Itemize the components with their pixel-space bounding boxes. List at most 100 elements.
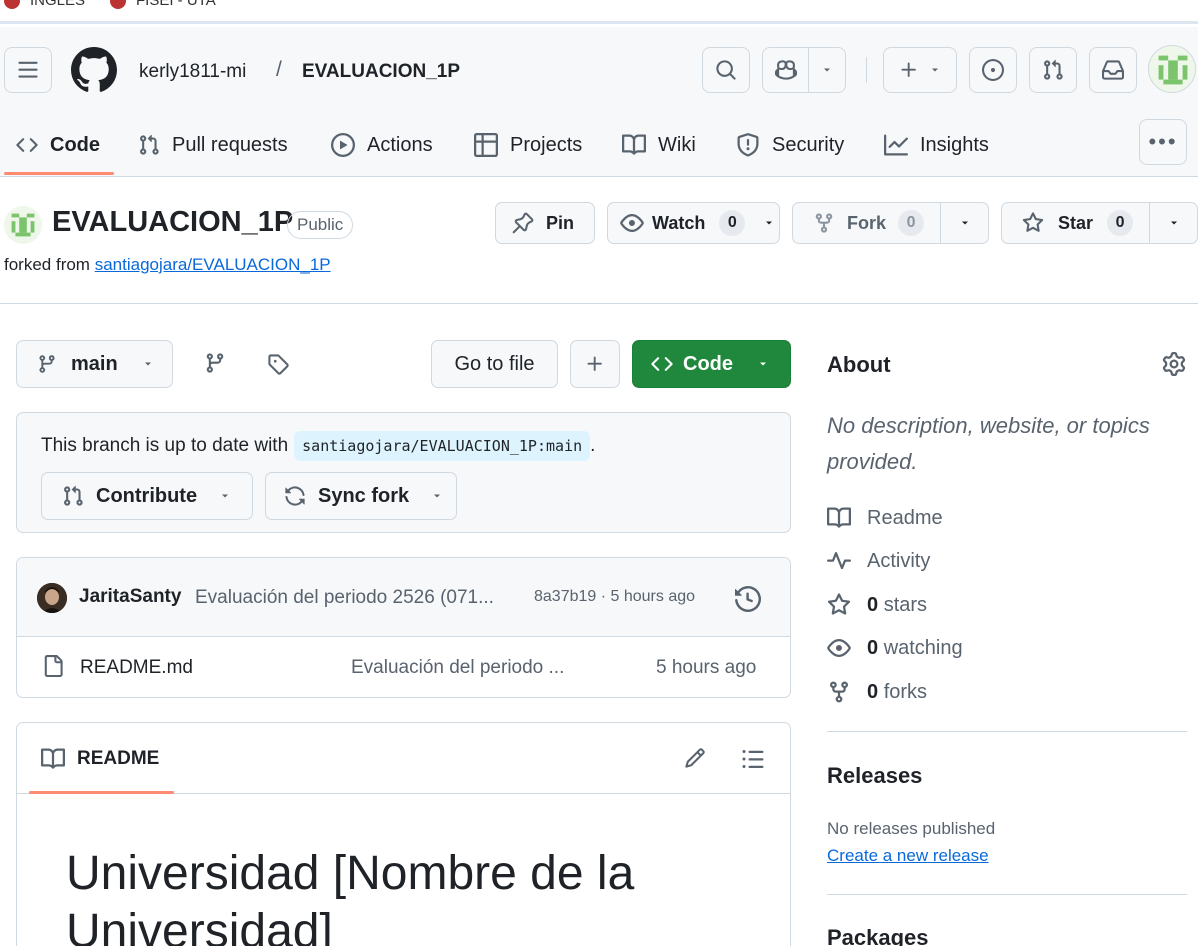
about-watching-link[interactable]: 0 watching [827,636,963,660]
sync-fork-button[interactable]: Sync fork [265,472,457,520]
about-settings-button[interactable] [1162,352,1186,376]
bookmark-item[interactable]: INGLES [4,0,85,9]
bookmark-favicon-icon [110,0,126,9]
hamburger-icon [18,61,38,78]
readme-heading: Universidad [Nombre de la Universidad] [66,847,635,946]
readme-outline-button[interactable] [741,747,765,771]
inbox-icon [1102,60,1124,80]
tab-wiki[interactable]: Wiki [622,119,696,171]
file-row[interactable]: README.md Evaluación del periodo ... 5 h… [17,637,790,697]
about-readme-link[interactable]: Readme [827,506,943,530]
star-count: 0 [1107,210,1134,236]
breadcrumb-separator: / [276,58,282,81]
branches-link[interactable] [204,352,226,374]
tags-link[interactable] [267,353,289,375]
fork-button[interactable]: Fork 0 [793,203,941,243]
tab-projects[interactable]: Projects [474,119,582,171]
chevron-down-icon [766,221,773,225]
chevron-down-icon [961,221,968,225]
identicon-icon [1153,50,1193,90]
forked-from-link[interactable]: santiagojara/EVALUACION_1P [95,255,331,274]
repo-forked-icon [815,213,833,233]
star-button[interactable]: Star 0 [1002,203,1150,243]
bookmark-item[interactable]: FISEI - UTA [110,0,216,9]
file-browser: JaritaSanty Evaluación del periodo 2526 … [16,557,791,698]
star-menu-button[interactable] [1150,217,1197,229]
tab-code[interactable]: Code [16,119,100,171]
go-to-file-button[interactable]: Go to file [431,340,558,388]
readme-panel: README Universidad [Nombre de la Univers… [16,722,791,946]
watch-count: 0 [719,210,746,236]
book-icon [41,748,65,769]
pencil-icon [685,748,705,768]
fork-menu-button[interactable] [941,217,988,229]
identicon-icon [11,213,35,237]
tab-insights[interactable]: Insights [884,119,989,171]
tab-pull-requests[interactable]: Pull requests [138,119,288,171]
copilot-button[interactable] [762,47,846,93]
active-tab-indicator [4,172,114,175]
pin-button[interactable]: Pin [495,202,595,244]
commit-history-link[interactable] [735,586,761,612]
kebab-horizontal-icon: ••• [1148,129,1178,154]
commit-message[interactable]: Evaluación del periodo 2526 (071... [195,587,494,609]
watch-button[interactable]: Watch 0 [607,202,780,244]
about-activity-link[interactable]: Activity [827,549,930,573]
about-description: No description, website, or topics provi… [827,413,1150,474]
readme-tab[interactable]: README [41,747,159,771]
graph-icon [884,134,908,156]
search-button[interactable] [702,47,750,93]
gear-icon [1162,352,1186,376]
chevron-down-icon[interactable] [809,64,845,76]
page-divider [0,303,1198,304]
sync-icon [285,486,305,506]
plus-icon [901,62,916,77]
chevron-down-icon [760,362,766,366]
tab-security[interactable]: Security [736,119,844,171]
tab-actions[interactable]: Actions [331,119,433,171]
contribute-button[interactable]: Contribute [41,472,253,520]
bookmarks-bar: INGLES FISEI - UTA [0,0,1198,24]
inbox-button[interactable] [1089,47,1137,93]
commit-author-avatar[interactable] [37,583,67,613]
pull-requests-button[interactable] [1029,47,1077,93]
repo-owner-avatar[interactable] [4,206,42,244]
about-stars-link[interactable]: 0 stars [827,593,927,617]
commit-author[interactable]: JaritaSanty [79,586,181,608]
visibility-badge: Public [287,211,354,239]
releases-title[interactable]: Releases [827,763,922,789]
table-icon [474,133,498,157]
branch-selector[interactable]: main [16,340,173,388]
issues-button[interactable] [969,47,1017,93]
packages-title[interactable]: Packages [827,925,929,946]
list-unordered-icon [742,750,764,768]
commit-sha-time[interactable]: 8a37b19 · 5 hours ago [534,588,695,606]
file-name[interactable]: README.md [80,657,193,679]
sidebar-divider [827,894,1187,895]
add-file-button[interactable] [570,340,620,388]
issue-opened-icon [982,59,1004,81]
edit-readme-button[interactable] [684,747,706,769]
fork-sync-status: This branch is up to date with santiagoj… [16,412,791,533]
chevron-down-icon [932,68,938,72]
more-tabs-button[interactable]: ••• [1139,119,1187,165]
create-new-button[interactable] [883,47,957,93]
github-logo-icon[interactable] [71,47,117,93]
book-icon [827,507,851,528]
user-avatar[interactable] [1148,45,1196,93]
forked-from: forked from santiagojara/EVALUACION_1P [4,255,331,274]
history-icon [735,586,761,612]
breadcrumb-owner[interactable]: kerly1811-mi [139,61,246,83]
code-dropdown-button[interactable]: Code [632,340,791,388]
repo-name[interactable]: EVALUACION_1P [52,206,293,239]
chevron-down-icon [222,494,229,498]
star-button-group: Star 0 [1001,202,1198,244]
menu-button[interactable] [4,47,52,93]
breadcrumb-repo[interactable]: EVALUACION_1P [302,61,460,83]
create-release-link[interactable]: Create a new release [827,846,989,866]
code-icon [651,357,673,371]
git-pull-request-icon [140,134,159,155]
file-commit-message[interactable]: Evaluación del periodo ... [351,657,564,679]
file-icon [42,655,64,677]
about-forks-link[interactable]: 0 forks [827,680,927,704]
